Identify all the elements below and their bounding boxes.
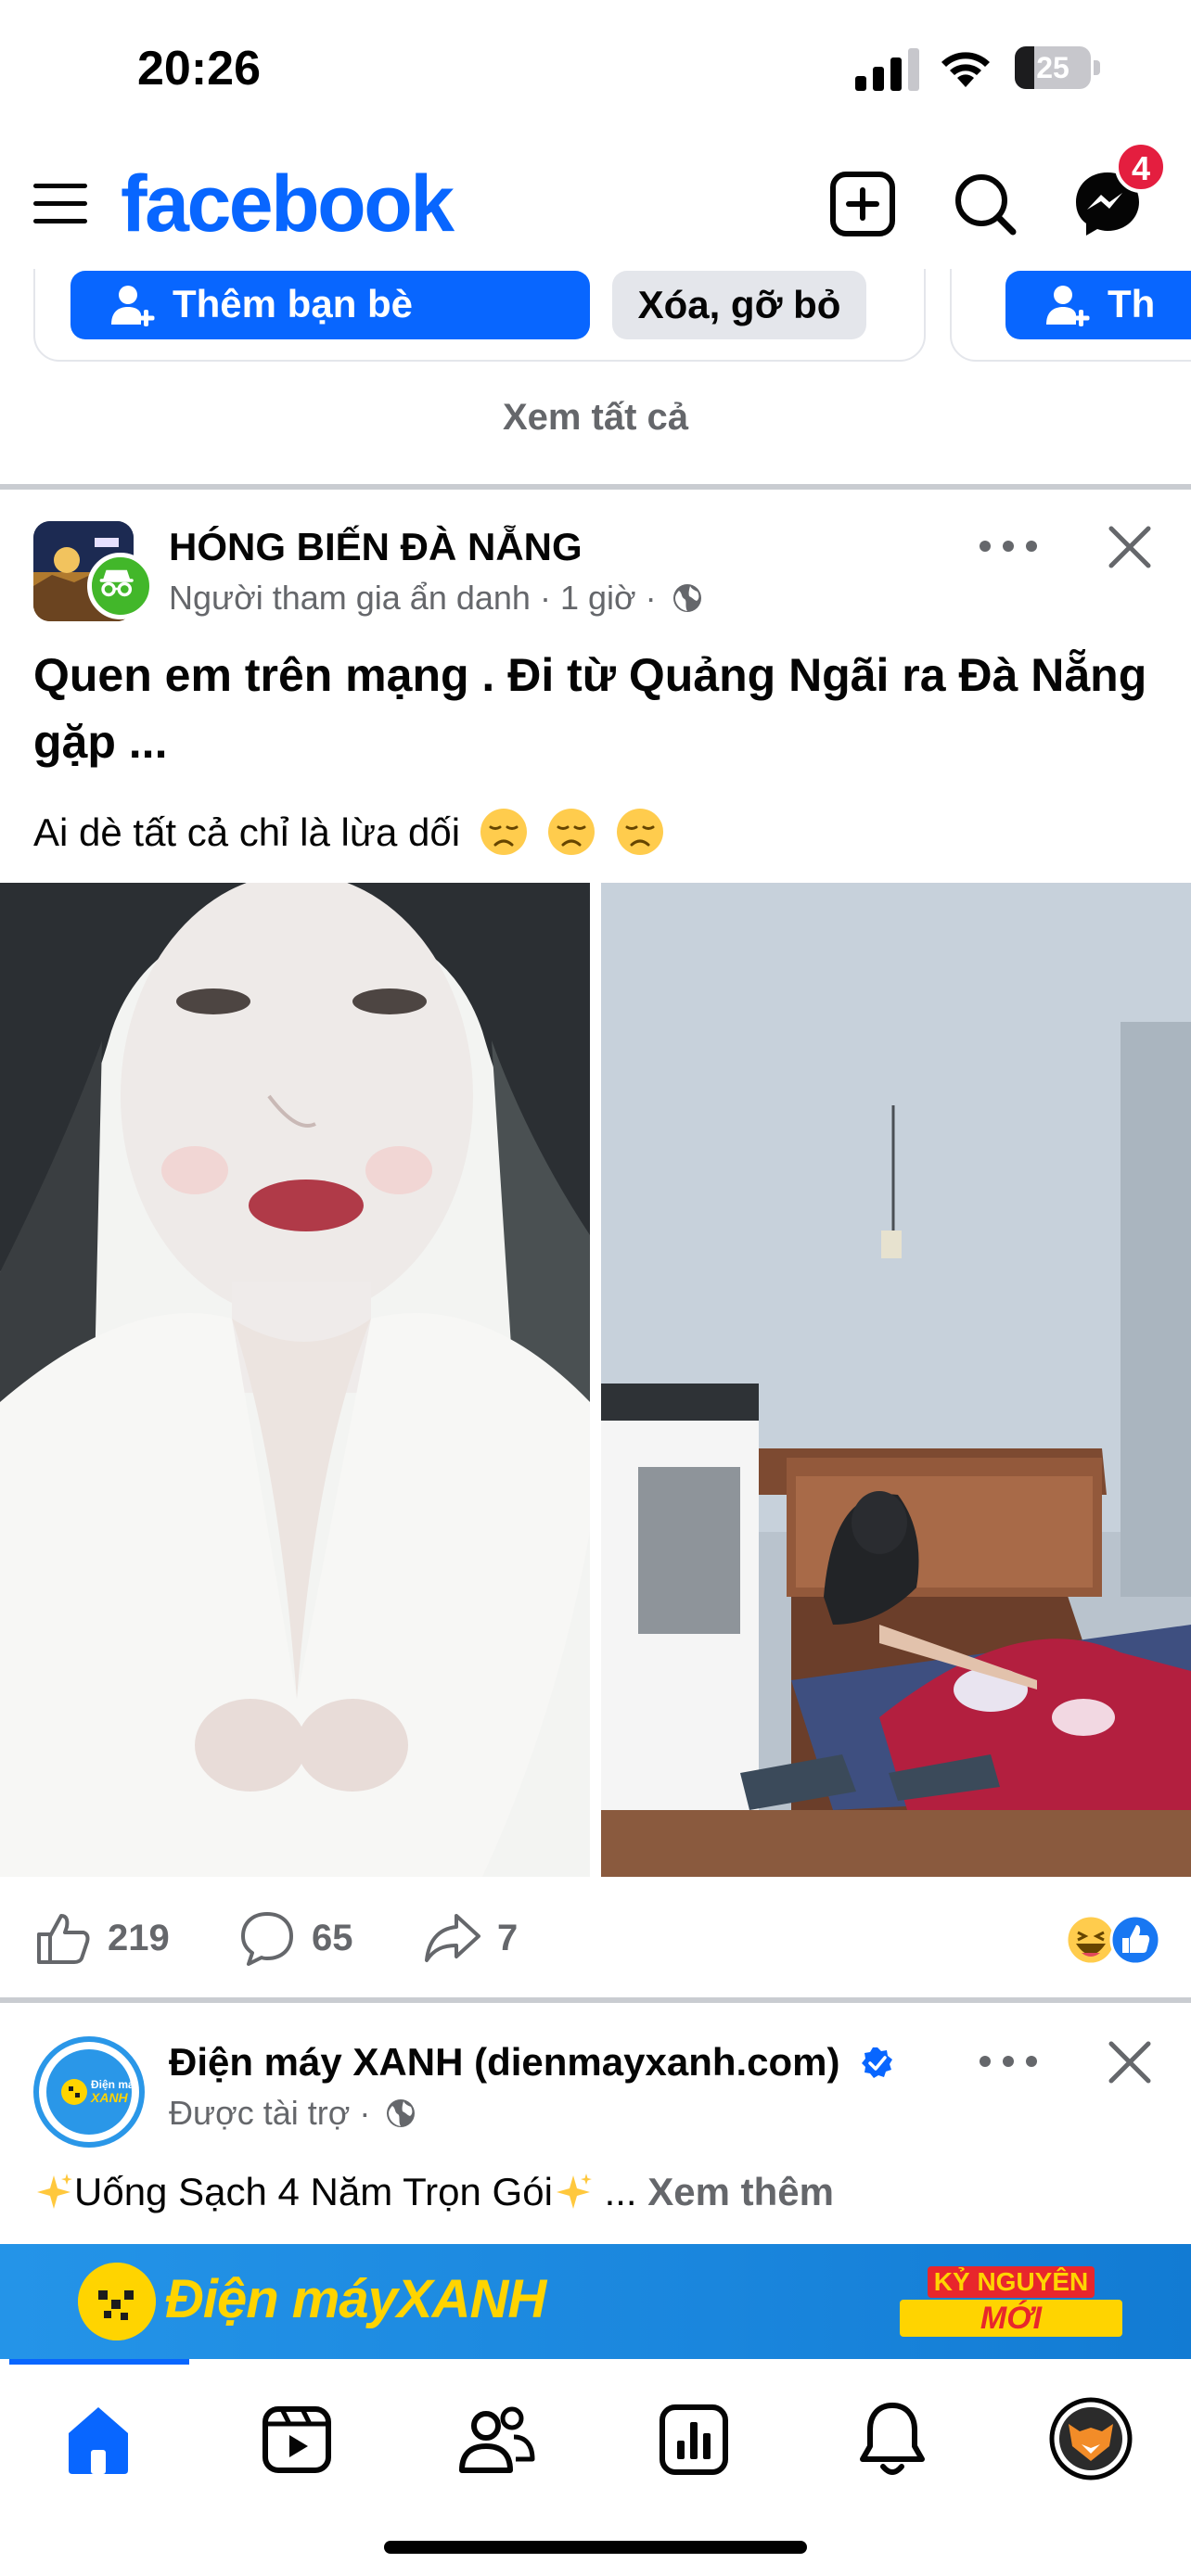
post-meta: Người tham gia ẩn danh · 1 giờ · [169,579,703,618]
create-post-icon[interactable] [826,167,900,241]
people-you-may-know: Thêm bạn bè Xóa, gỡ bỏ Th Xem tất cả [0,269,1191,482]
pymk-card: Th [950,269,1191,362]
battery-icon: 25 [1015,46,1100,89]
dienmayxanh-logo-icon: Điện máy XANH [61,2078,141,2105]
globe-icon [672,584,701,612]
group-name[interactable]: HÓNG BIẾN ĐÀ NẴNG [169,525,583,569]
home-indicator [384,2541,807,2554]
bottom-tab-bar [0,2359,1191,2576]
remove-suggestion-button[interactable]: Xóa, gỡ bỏ [612,271,866,339]
add-friend-label: Thêm bạn bè [173,282,414,325]
add-friend-button[interactable]: Thêm bạn bè [70,271,590,339]
verified-badge-icon [862,2047,893,2078]
post-headline[interactable]: Quen em trên mạng . Đi từ Quảng Ngãi ra … [33,642,1165,775]
sparkles-icon [556,2174,592,2209]
notifications-icon[interactable] [846,2392,939,2485]
messenger-notification-badge: 4 [1115,141,1167,193]
video-icon[interactable] [250,2392,343,2485]
wifi-icon [941,52,990,87]
ad-text[interactable]: Uống Sạch 4 Năm Trọn Gói ... Xem thêm [33,2170,834,2214]
like-icon [37,1914,90,1964]
post-photo-bedroom[interactable] [601,883,1191,1877]
post-time[interactable]: 1 giờ [560,579,636,617]
status-time: 20:26 [137,42,261,96]
anonymous-member-icon [87,553,154,619]
reaction-summary-icons[interactable] [1065,1912,1161,1968]
globe-icon [387,2099,416,2127]
add-friend-icon [111,286,155,326]
more-options-icon[interactable] [976,532,1041,560]
close-icon[interactable] [1104,2036,1156,2088]
meta-separator: · [645,579,657,617]
feeds-icon[interactable] [647,2392,740,2485]
add-friend-icon [1046,286,1090,326]
share-button[interactable]: 7 [423,1908,544,1968]
share-icon [425,1914,480,1962]
see-more-link[interactable]: Xem thêm [647,2170,834,2213]
advertiser-avatar[interactable]: Điện máy XANH [33,2036,145,2148]
feed-divider [0,1997,1191,2003]
close-icon[interactable] [1104,521,1156,573]
friends-icon[interactable] [449,2392,542,2485]
pymk-card: Thêm bạn bè Xóa, gỡ bỏ [33,269,926,362]
post-body-text: Ai dè tất cả chỉ là lừa dối [33,810,461,854]
status-bar: 20:26 25 [0,0,1191,139]
disappointed-face-icon [617,809,664,855]
advertiser-name[interactable]: Điện máy XANH (dienmayxanh.com) [169,2040,895,2085]
menu-icon[interactable] [32,174,89,232]
post-author: Người tham gia ẩn danh [169,579,531,617]
see-all-link[interactable]: Xem tất cả [0,397,1191,439]
post-header: HÓNG BIẾN ĐÀ NẴNG Người tham gia ẩn danh… [0,521,1191,642]
share-count: 7 [497,1918,519,1958]
disappointed-face-icon [548,809,596,855]
like-count: 219 [108,1918,170,1958]
profile-avatar-icon[interactable] [1044,2392,1137,2485]
ad-banner-image[interactable]: Điện máyXANH KỶ NGUYÊN MỚI [0,2244,1191,2359]
ad-header: Điện máy XANH Điện máy XANH (dienmayxanh… [0,2036,1191,2157]
ad-slogan-top: KỶ NGUYÊN [928,2266,1095,2298]
facebook-logo[interactable]: facebook [121,159,455,249]
svg-text:XANH: XANH [90,2090,129,2105]
ad-meta: Được tài trợ · [169,2094,416,2133]
sponsored-label[interactable]: Được tài trợ [169,2094,350,2132]
post-photo-portrait[interactable] [0,883,590,1877]
meta-separator: · [359,2094,371,2132]
more-options-icon[interactable] [976,2047,1041,2075]
disappointed-face-icon [480,809,527,855]
ad-slogan-main: MỚI [900,2300,1122,2337]
post-actions-bar: 219 65 7 [0,1897,1191,1981]
dienmayxanh-logo-icon [78,2263,156,2340]
battery-level: 25 [1036,51,1069,84]
svg-text:Điện máy: Điện máy [91,2078,132,2091]
comment-icon [241,1912,293,1966]
feed-divider [0,484,1191,490]
add-friend-label: Th [1108,282,1156,325]
comment-button[interactable]: 65 [237,1908,377,1968]
home-icon[interactable] [52,2392,145,2485]
add-friend-button[interactable]: Th [1005,271,1191,339]
advertiser-name-text: Điện máy XANH (dienmayxanh.com) [169,2040,840,2084]
active-tab-indicator [9,2359,189,2365]
meta-separator: · [539,579,551,617]
like-reaction-icon [1109,1914,1161,1966]
haha-icon [1065,1914,1117,1966]
ad-banner-slogan: KỶ NGUYÊN MỚI [900,2266,1122,2340]
cellular-signal-icon [855,48,919,91]
ad-ellipsis: ... [604,2170,637,2213]
ad-banner-brand-1: Điện máy [165,2269,398,2329]
ad-text-body: Uống Sạch 4 Năm Trọn Gói [74,2170,553,2213]
sparkles-icon [37,2174,72,2209]
ad-banner-brand: Điện máyXANH [165,2268,546,2330]
comment-count: 65 [312,1918,353,1958]
top-navigation: facebook [0,139,1191,269]
like-button[interactable]: 219 [33,1908,191,1968]
ad-banner-brand-2: XANH [396,2269,546,2329]
post-body[interactable]: Ai dè tất cả chỉ là lừa dối [33,807,665,857]
search-icon[interactable] [948,167,1022,241]
